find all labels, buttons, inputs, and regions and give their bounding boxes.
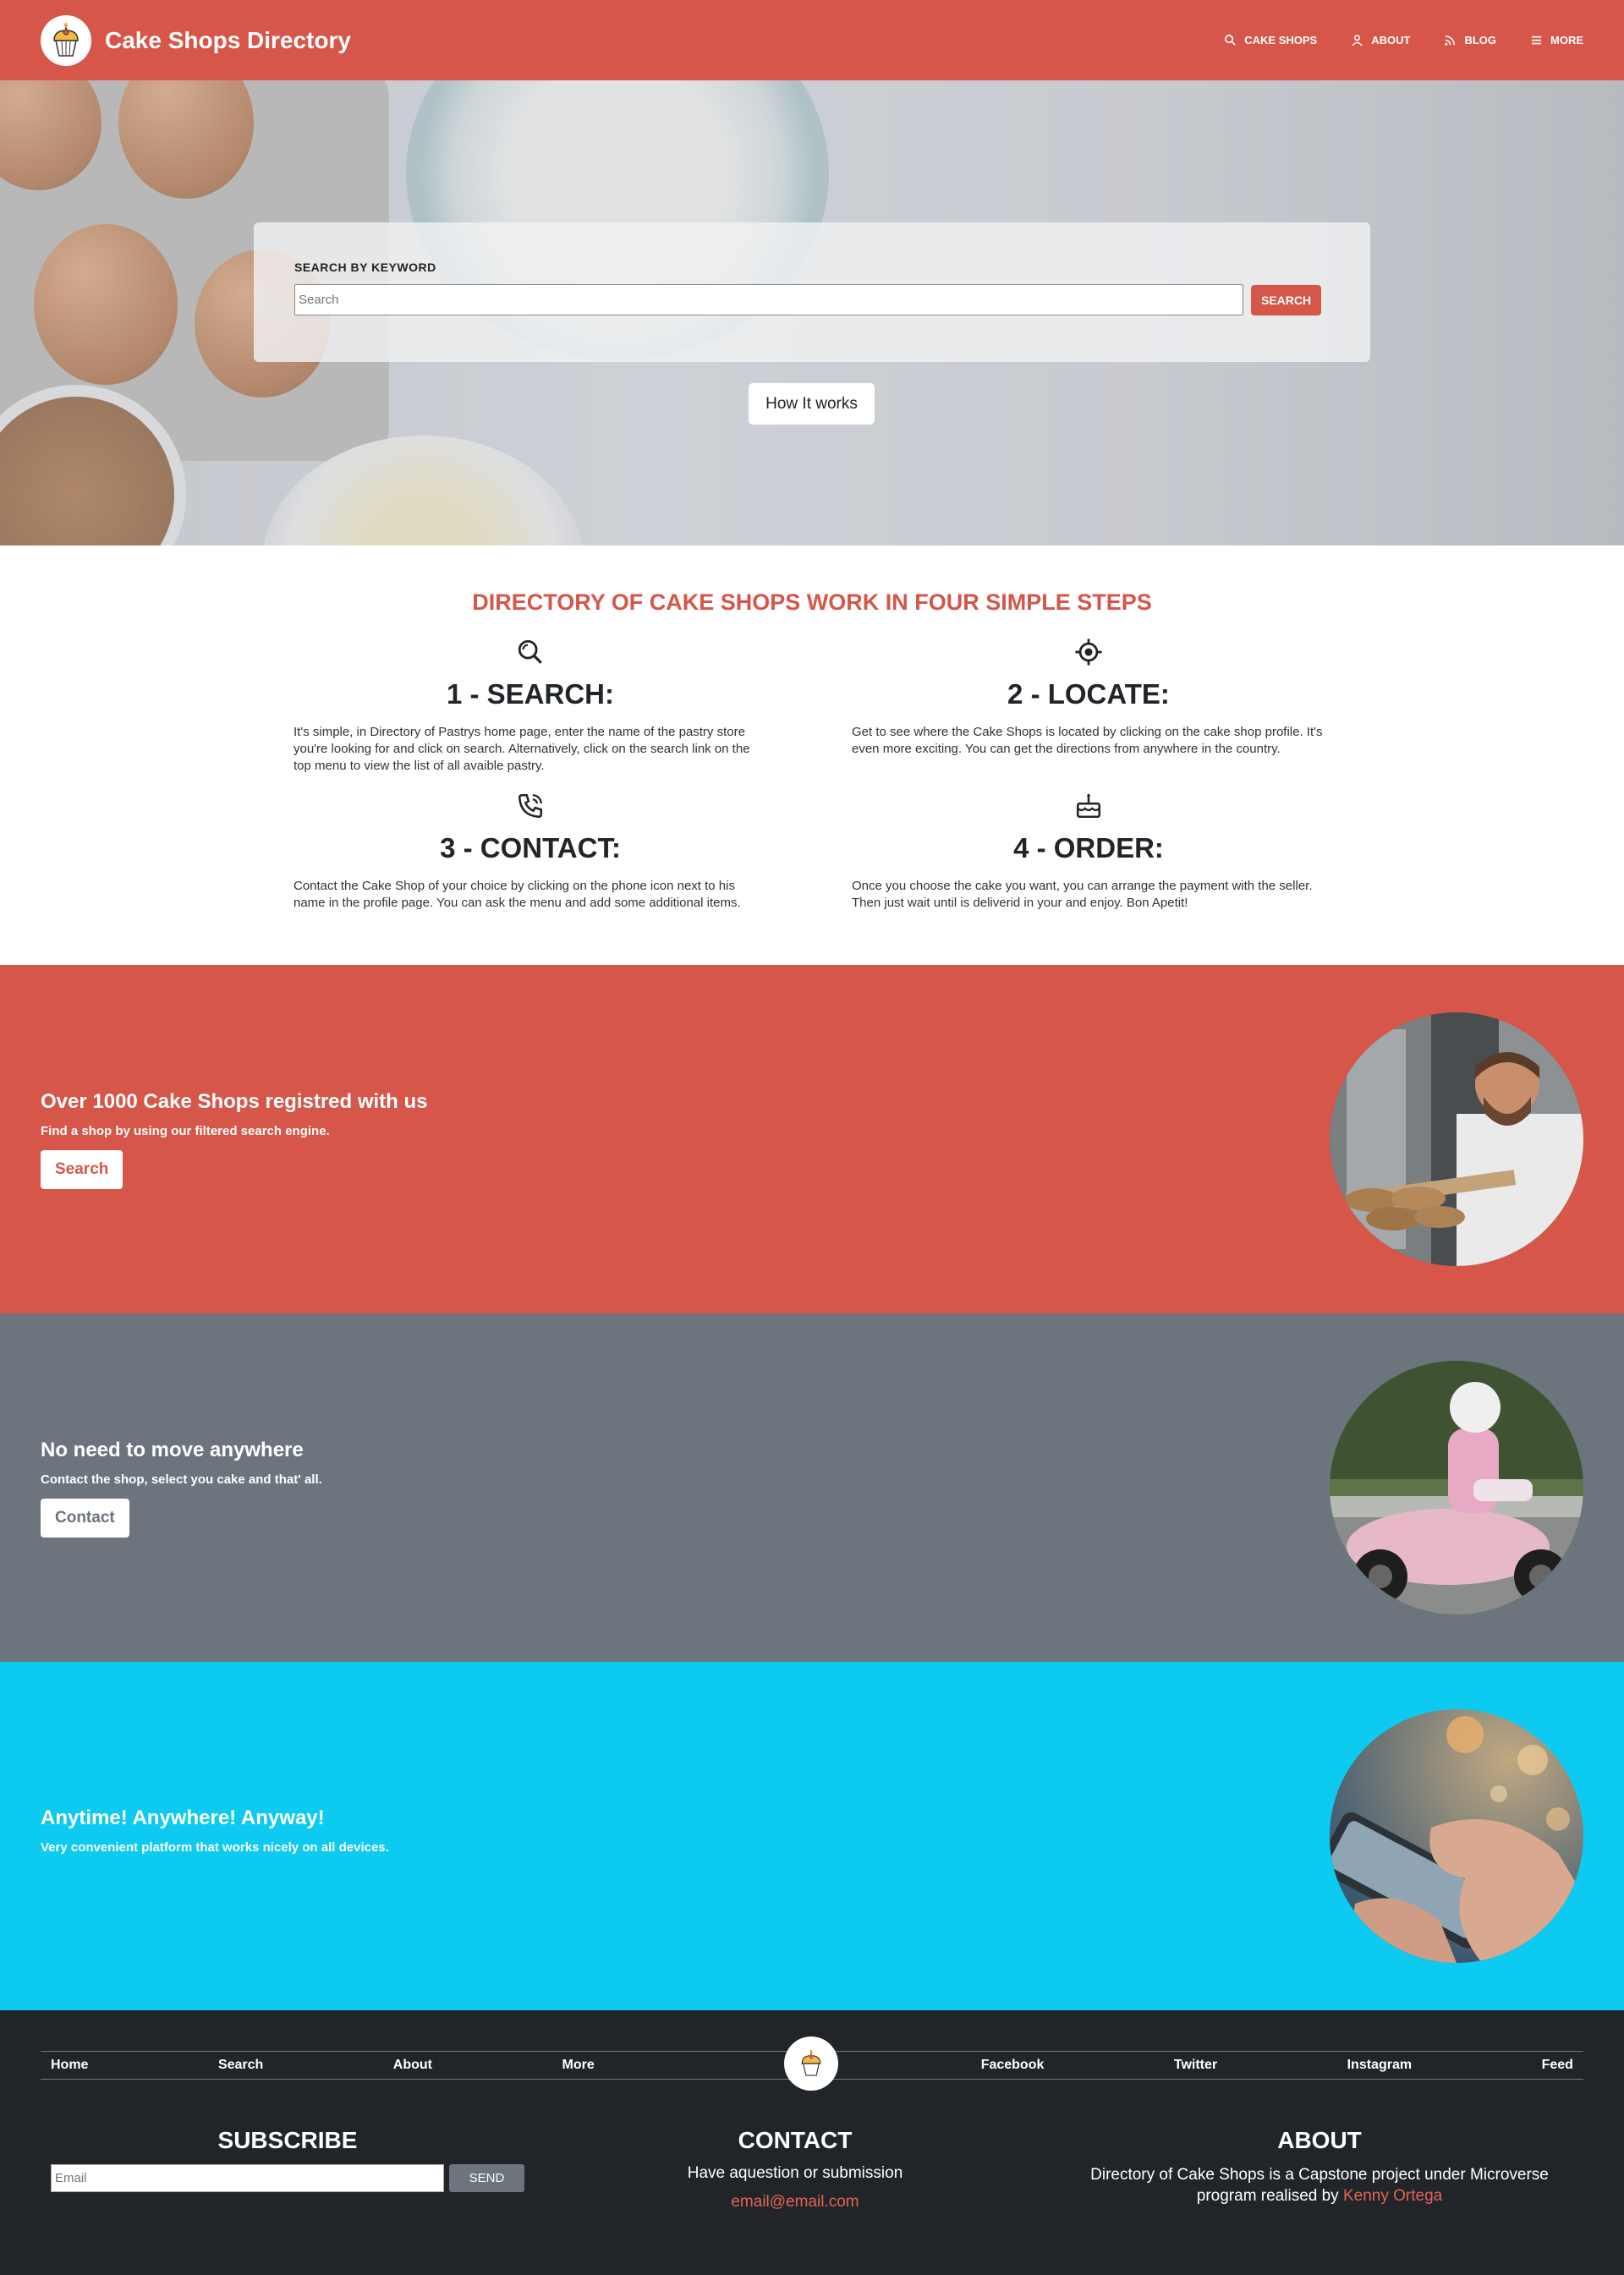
- feature-devices: Anytime! Anywhere! Anyway! Very convenie…: [0, 1662, 1624, 2010]
- step-text: Contact the Cake Shop of your choice by …: [294, 879, 741, 910]
- menu-icon: [1531, 36, 1542, 45]
- nav-links: CAKE SHOPS ABOUT BLOG MORE: [1224, 34, 1583, 47]
- nav-link-cake-shops[interactable]: CAKE SHOPS: [1224, 34, 1317, 47]
- feature-subtitle: Contact the shop, select you cake and th…: [41, 1472, 322, 1487]
- footer-link-feed[interactable]: Feed: [1542, 2058, 1573, 2073]
- step-text: It's simple, in Directory of Pastrys hom…: [294, 725, 750, 773]
- footer-columns: SUBSCRIBE SEND CONTACT Have aquestion or…: [41, 2127, 1583, 2212]
- contact-email-link[interactable]: email@email.com: [535, 2193, 1056, 2212]
- step-order: 4 - ORDER: Once you choose the cake you …: [852, 792, 1410, 912]
- step-heading: 2 - LOCATE:: [1007, 678, 1170, 710]
- target-icon: [1075, 639, 1102, 666]
- feature-title: Anytime! Anywhere! Anyway!: [41, 1806, 325, 1829]
- steps-title: DIRECTORY OF CAKE SHOPS WORK IN FOUR SIM…: [472, 589, 1152, 615]
- search-icon: [518, 639, 542, 664]
- search-row: SEARCH: [294, 284, 1330, 315]
- feature-content: Over 1000 Cake Shops registred with us F…: [41, 1090, 428, 1189]
- footer-nav: Home Search About More Facebook Twitter …: [41, 2037, 1583, 2091]
- about-text: Directory of Cake Shops is a Capstone pr…: [1056, 2164, 1583, 2206]
- nav-link-label: CAKE SHOPS: [1244, 34, 1318, 47]
- contact-title: CONTACT: [738, 2127, 853, 2153]
- feature-contact: No need to move anywhere Contact the sho…: [0, 1313, 1624, 1662]
- step-contact: 3 - CONTACT: Contact the Cake Shop of yo…: [294, 792, 852, 912]
- step-heading: 4 - ORDER:: [1013, 832, 1164, 863]
- footer-link-about[interactable]: About: [393, 2058, 432, 2073]
- search-card: SEARCH BY KEYWORD SEARCH: [254, 222, 1370, 362]
- nav-link-label: MORE: [1550, 34, 1583, 47]
- search-input[interactable]: [294, 284, 1243, 315]
- contact-text: Have aquestion or submission: [687, 2164, 903, 2182]
- brand[interactable]: Cake Shops Directory: [41, 14, 351, 66]
- cupcake-logo-icon[interactable]: [784, 2037, 838, 2091]
- feature-search-button[interactable]: Search: [41, 1149, 123, 1189]
- nav-link-more[interactable]: MORE: [1530, 34, 1583, 47]
- nav-link-label: ABOUT: [1371, 34, 1411, 47]
- nav-link-blog[interactable]: BLOG: [1444, 34, 1496, 47]
- steps-section: DIRECTORY OF CAKE SHOPS WORK IN FOUR SIM…: [0, 545, 1624, 965]
- baker-photo: [1330, 1012, 1583, 1266]
- about-column: ABOUT Directory of Cake Shops is a Capst…: [1056, 2127, 1583, 2212]
- step-text: Get to see where the Cake Shops is locat…: [852, 725, 1323, 756]
- author-link[interactable]: Kenny Ortega: [1343, 2187, 1442, 2205]
- footer-link-facebook[interactable]: Facebook: [981, 2058, 1045, 2073]
- send-button[interactable]: SEND: [449, 2164, 524, 2192]
- scooter-delivery-photo: [1330, 1361, 1583, 1614]
- cake-icon: [1076, 793, 1101, 819]
- steps-grid: 1 - SEARCH: It's simple, in Directory of…: [294, 638, 1624, 912]
- footer-link-home[interactable]: Home: [51, 2058, 88, 2073]
- rss-icon: [1445, 36, 1456, 46]
- contact-column: CONTACT Have aquestion or submission ema…: [535, 2127, 1056, 2212]
- feature-subtitle: Very convenient platform that works nice…: [41, 1839, 389, 1855]
- feature-title: No need to move anywhere: [41, 1438, 304, 1461]
- brand-name: Cake Shops Directory: [105, 26, 351, 53]
- nav-link-about[interactable]: ABOUT: [1351, 34, 1410, 47]
- hero-banner: SEARCH BY KEYWORD SEARCH How It works: [0, 80, 1624, 545]
- about-title: ABOUT: [1277, 2127, 1362, 2153]
- subscribe-column: SUBSCRIBE SEND: [41, 2127, 535, 2212]
- step-heading: 3 - CONTACT:: [440, 832, 621, 863]
- about-body: Directory of Cake Shops is a Capstone pr…: [1090, 2166, 1549, 2205]
- footer-link-search[interactable]: Search: [218, 2058, 263, 2073]
- feature-contact-button[interactable]: Contact: [41, 1498, 129, 1538]
- nav-link-label: BLOG: [1464, 34, 1496, 47]
- footer-link-twitter[interactable]: Twitter: [1174, 2058, 1217, 2073]
- step-heading: 1 - SEARCH:: [446, 678, 615, 710]
- feature-content: Anytime! Anywhere! Anyway! Very convenie…: [41, 1806, 389, 1867]
- top-navbar: Cake Shops Directory CAKE SHOPS ABOUT BL…: [0, 0, 1624, 80]
- step-text: Once you choose the cake you want, you c…: [852, 879, 1313, 910]
- email-field[interactable]: [51, 2164, 444, 2192]
- cupcake-logo-icon: [41, 14, 91, 66]
- feature-search: Over 1000 Cake Shops registred with us F…: [0, 965, 1624, 1313]
- phone-icon: [518, 793, 543, 819]
- feature-subtitle: Find a shop by using our filtered search…: [41, 1123, 330, 1138]
- phone-hand-photo: [1330, 1709, 1583, 1963]
- footer: Home Search About More Facebook Twitter …: [0, 2010, 1624, 2275]
- step-locate: 2 - LOCATE: Get to see where the Cake Sh…: [852, 638, 1410, 775]
- footer-link-more[interactable]: More: [562, 2058, 594, 2073]
- step-search: 1 - SEARCH: It's simple, in Directory of…: [294, 638, 852, 775]
- subscribe-title: SUBSCRIBE: [217, 2127, 358, 2153]
- search-heading: SEARCH BY KEYWORD: [294, 260, 436, 274]
- subscribe-form: SEND: [41, 2164, 535, 2192]
- feature-title: Over 1000 Cake Shops registred with us: [41, 1089, 428, 1113]
- feature-content: No need to move anywhere Contact the sho…: [41, 1439, 322, 1538]
- search-button[interactable]: SEARCH: [1251, 284, 1322, 315]
- footer-link-instagram[interactable]: Instagram: [1347, 2058, 1412, 2073]
- user-icon: [1352, 35, 1363, 47]
- search-icon: [1225, 35, 1236, 46]
- how-it-works-button[interactable]: How It works: [749, 383, 875, 425]
